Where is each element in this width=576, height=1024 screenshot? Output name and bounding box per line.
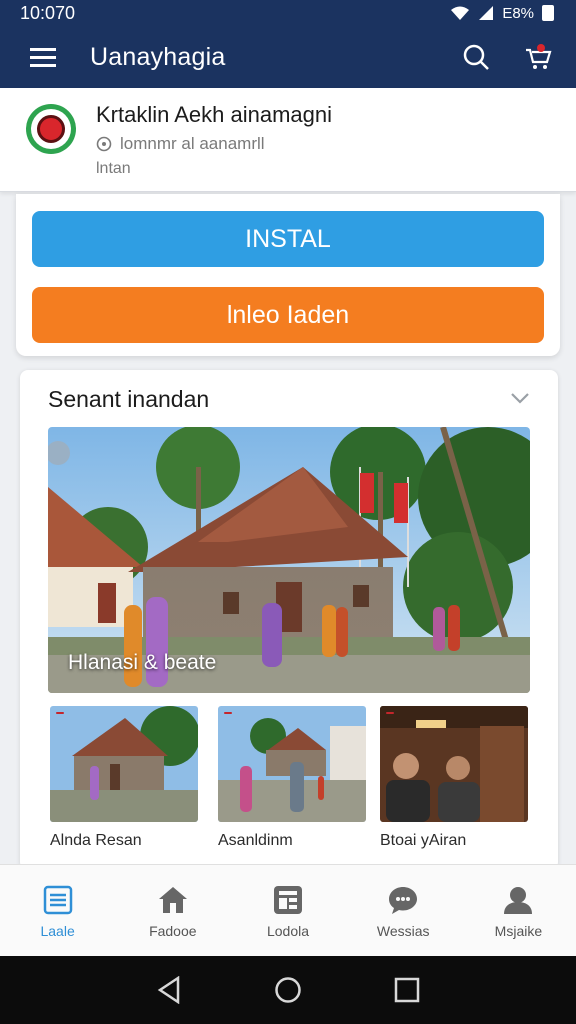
thumbnail-3-badge [386, 712, 394, 714]
battery-icon [542, 5, 554, 21]
content-card: Senant inandan Hlanasi & beate Alnda Res… [20, 370, 558, 870]
install-button[interactable]: INSTAL [32, 211, 544, 267]
search-icon[interactable] [456, 37, 496, 77]
list-icon [43, 885, 72, 915]
action-card: INSTAL lnleo Iaden [16, 194, 560, 356]
nav-item-4[interactable]: Wessias [346, 865, 461, 956]
nav-item-2-label: Fadooe [149, 923, 197, 939]
info-icon [96, 136, 112, 152]
app-name: Krtaklin Aekh ainamagni [96, 102, 333, 127]
chat-icon [389, 887, 418, 914]
thumbnail-1-badge [56, 712, 64, 714]
app-meta: lntan [96, 160, 131, 177]
system-nav-bar [0, 956, 576, 1024]
nav-item-5[interactable]: Msjaike [461, 865, 576, 956]
nav-item-1[interactable]: Laale [0, 865, 115, 956]
app-subtitle: lomnmr al aanamrll [120, 134, 265, 153]
apps-icon [274, 886, 302, 914]
status-bar: 10:070 E8% [0, 0, 576, 26]
thumbnail-3[interactable] [380, 706, 528, 822]
profile-icon [504, 887, 533, 914]
bottom-nav: Laale Fadooe Lodola Wessias Msjaike [0, 864, 576, 956]
back-icon[interactable] [156, 976, 182, 1004]
hero-image[interactable]: Hlanasi & beate [48, 427, 530, 693]
thumbnail-1-label: Alnda Resan [50, 832, 142, 849]
cart-icon[interactable] [518, 37, 558, 77]
app-bar: Uanayhagia [0, 26, 576, 88]
secondary-button[interactable]: lnleo Iaden [32, 287, 544, 343]
status-icons: E8% [450, 5, 554, 22]
thumbnail-1[interactable] [50, 706, 198, 822]
nav-item-3[interactable]: Lodola [230, 865, 345, 956]
status-time: 10:070 [20, 2, 76, 23]
thumbnail-2[interactable] [218, 706, 366, 822]
battery-level: E8% [502, 4, 534, 22]
app-subtitle-row: lomnmr al aanamrll [96, 134, 265, 154]
wifi-icon [451, 6, 470, 20]
home-button-icon[interactable] [274, 976, 302, 1004]
thumbnail-2-label: Asanldinm [218, 832, 293, 849]
menu-icon[interactable] [24, 37, 64, 77]
section-title: Senant inandan [48, 386, 210, 412]
signal-icon [479, 6, 494, 20]
chevron-down-icon[interactable] [510, 392, 530, 404]
nav-item-5-label: Msjaike [494, 923, 543, 939]
thumbnail-2-badge [224, 712, 232, 714]
app-bar-title: Uanayhagia [90, 42, 226, 71]
nav-item-3-label: Lodola [266, 923, 310, 939]
recents-icon[interactable] [394, 977, 420, 1003]
nav-item-2[interactable]: Fadooe [115, 865, 230, 956]
hero-caption: Hlanasi & beate [68, 651, 217, 674]
nav-item-1-label: Laale [40, 923, 75, 939]
app-logo [26, 104, 76, 154]
thumbnail-3-label: Btoai yAiran [380, 832, 467, 849]
nav-item-4-label: Wessias [376, 923, 430, 939]
home-icon [158, 887, 187, 913]
